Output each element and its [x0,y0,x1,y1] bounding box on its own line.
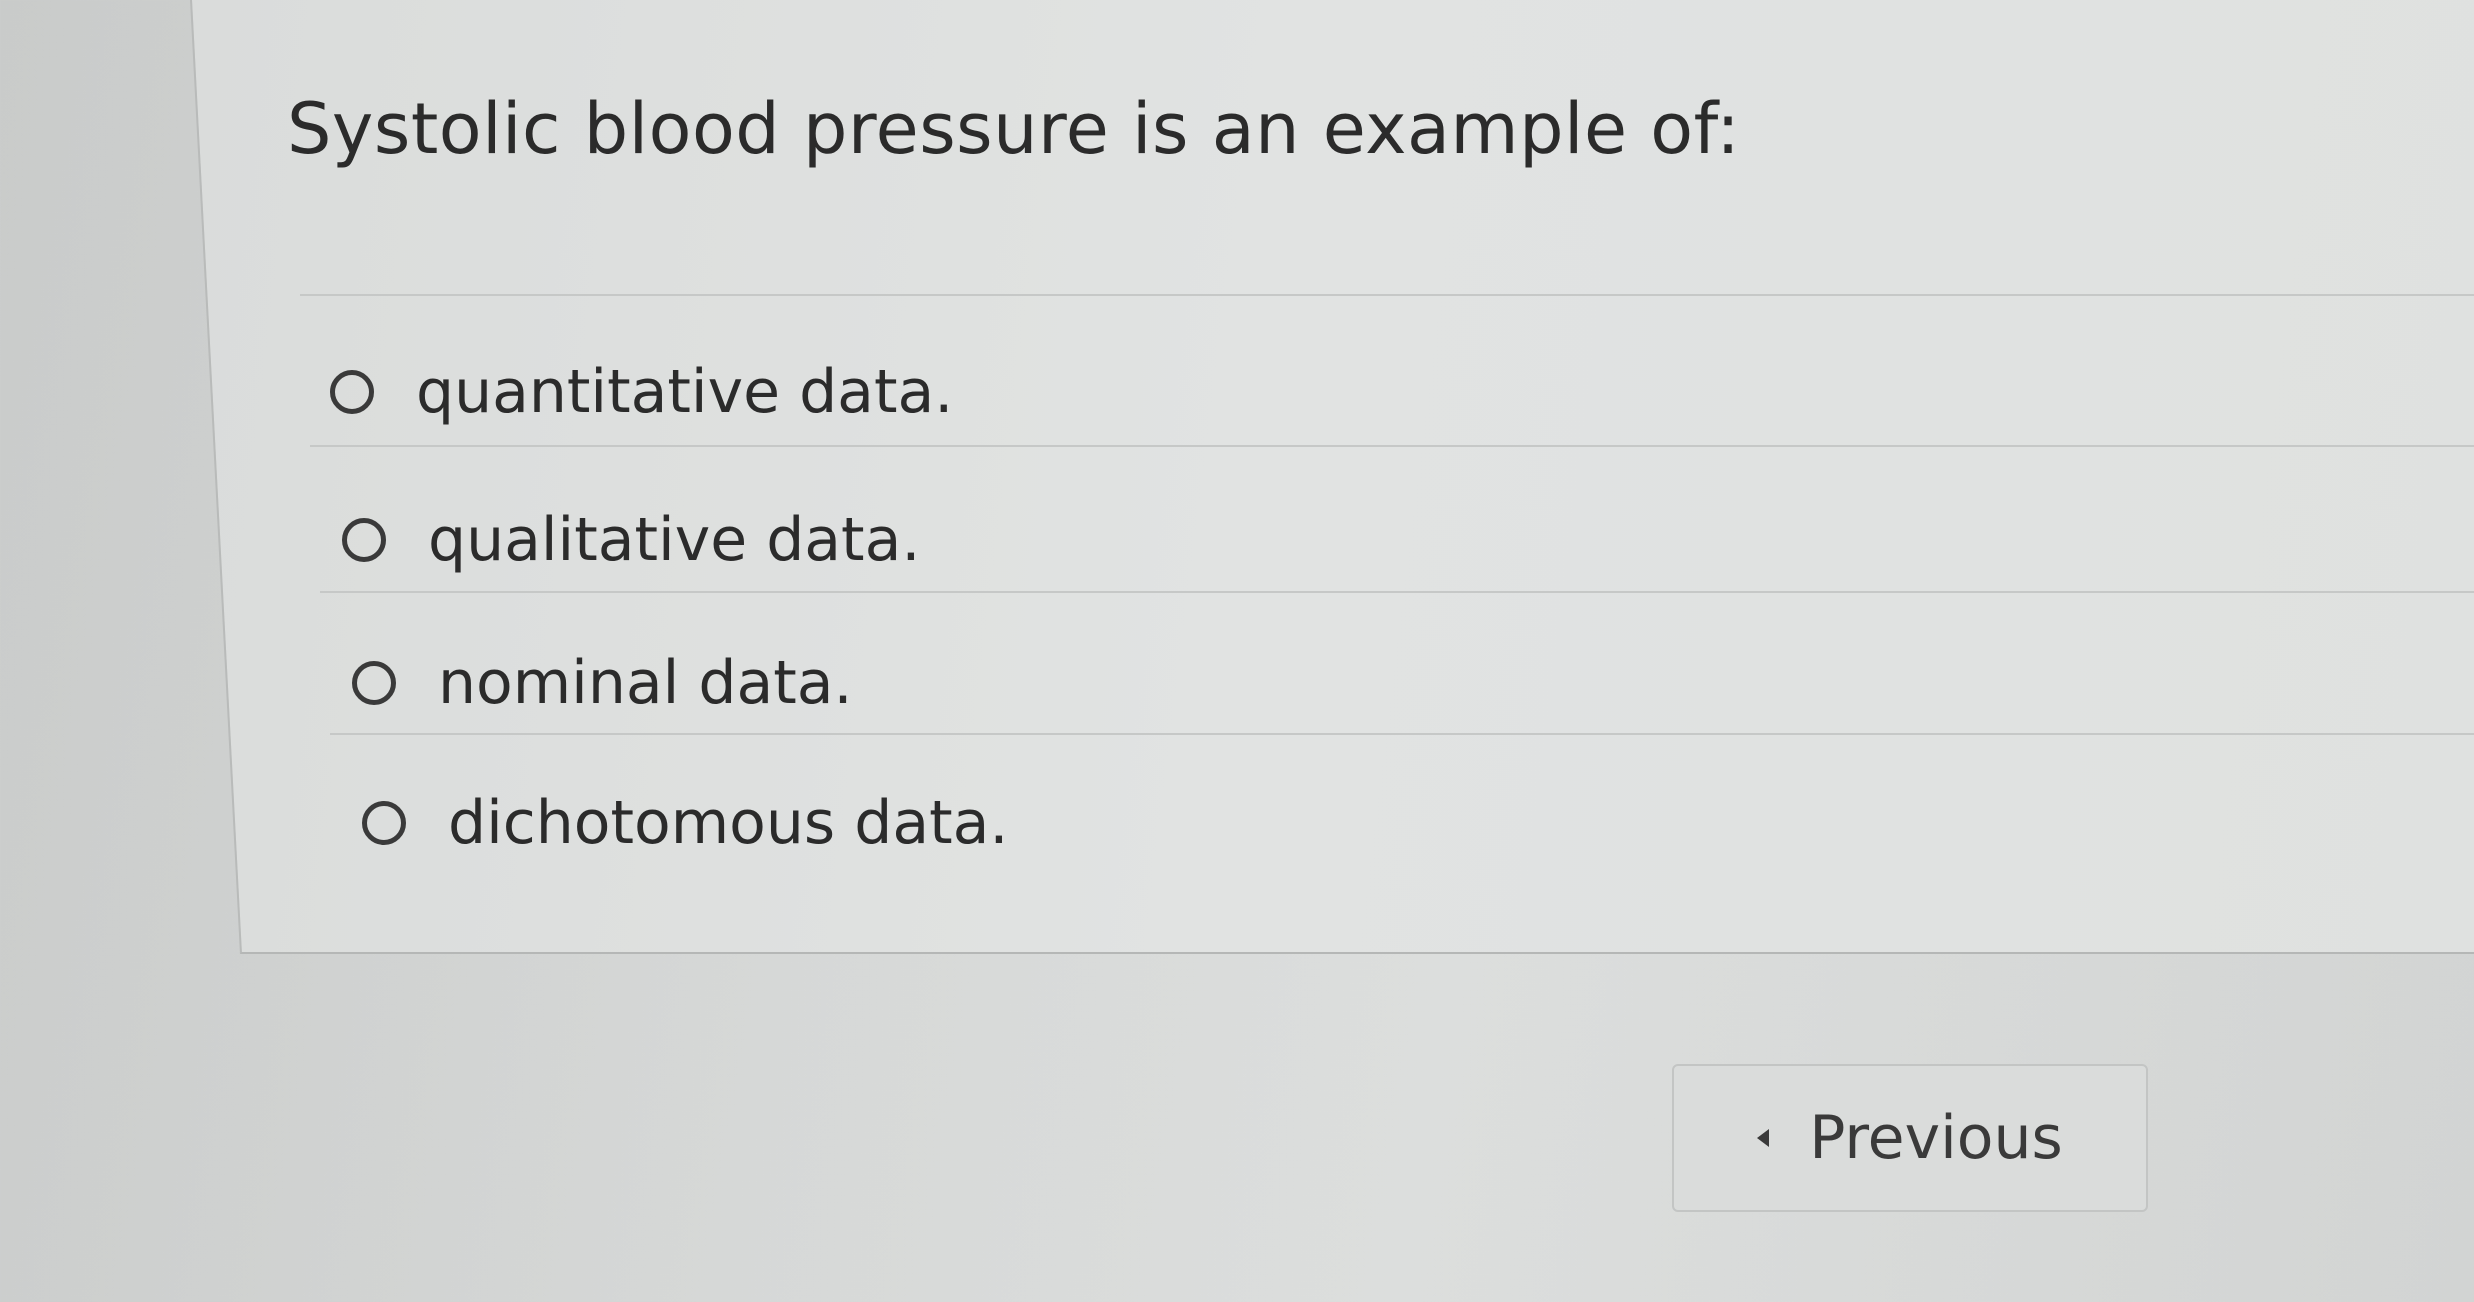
caret-left-icon [1757,1129,1770,1147]
option-dichotomous[interactable]: dichotomous data. [362,788,1008,858]
question-text: Systolic blood pressure is an example of… [287,88,1741,170]
option-nominal[interactable]: nominal data. [352,648,853,718]
option-label: nominal data. [438,648,853,718]
option-label: qualitative data. [428,505,921,575]
divider [330,733,2474,735]
divider [310,445,2474,447]
option-label: quantitative data. [416,357,954,427]
radio-button[interactable] [330,370,374,414]
radio-button[interactable] [352,661,396,705]
radio-button[interactable] [362,801,406,845]
option-qualitative[interactable]: qualitative data. [342,505,920,575]
divider [320,591,2474,593]
option-label: dichotomous data. [448,788,1009,858]
option-quantitative[interactable]: quantitative data. [330,357,953,427]
previous-button-label: Previous [1809,1103,2063,1173]
previous-button[interactable]: Previous [1672,1064,2148,1212]
divider [300,294,2474,296]
radio-button[interactable] [342,518,386,562]
